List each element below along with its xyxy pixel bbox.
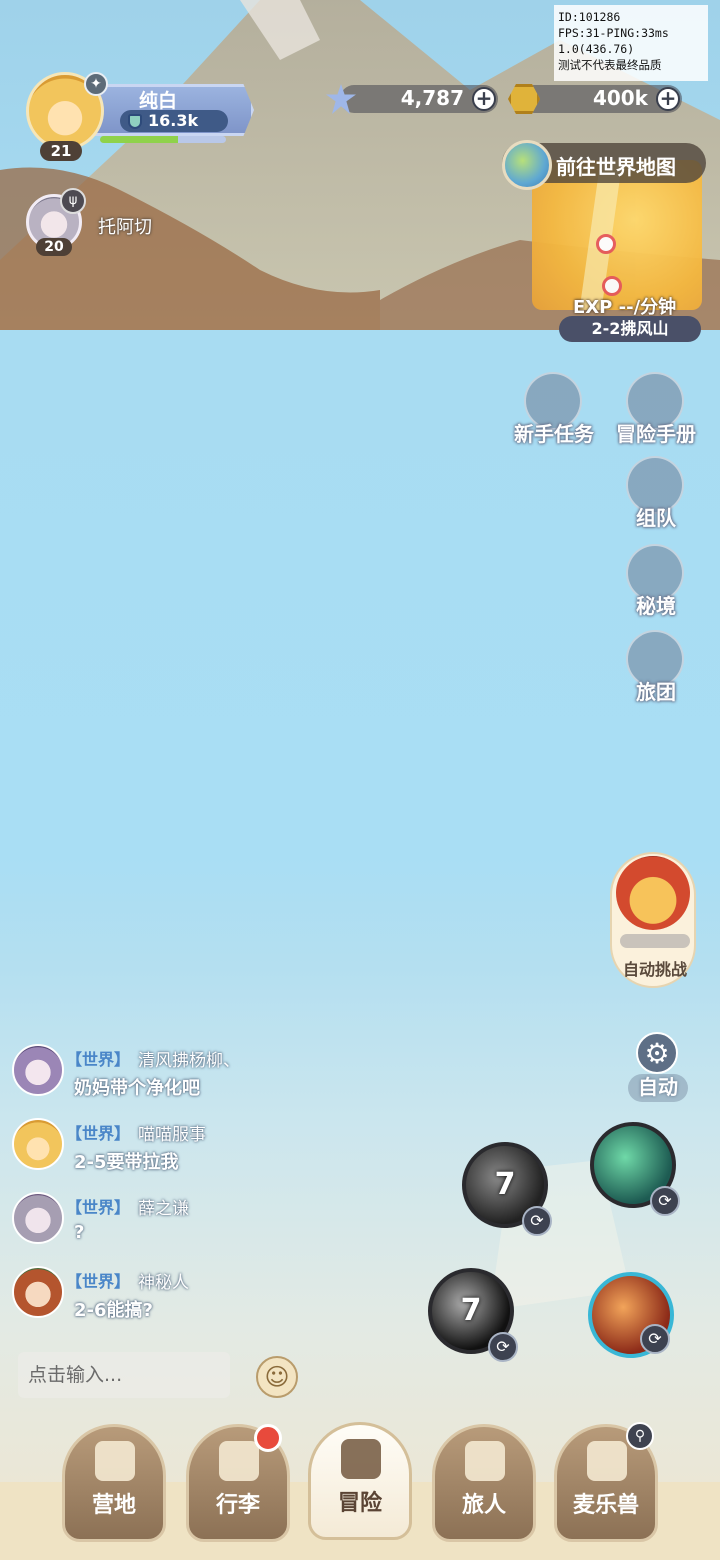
chat-text: 奶妈带个净化吧	[74, 1078, 200, 1099]
auto-challenge-label: 自动挑战	[622, 960, 687, 979]
tab-camp[interactable]: 营地	[62, 1424, 166, 1542]
teammate-name: 托阿切	[98, 217, 152, 238]
tab-adventure[interactable]: 冒险	[308, 1422, 412, 1540]
player-power: 16.3k	[148, 111, 199, 130]
player-xp-bar	[100, 136, 226, 143]
team-label: 组队	[636, 506, 676, 530]
chat-channel: 【世界】	[66, 1050, 131, 1069]
teammate-level: 20	[36, 238, 72, 256]
tab-pet-label: 麦乐兽	[572, 1493, 639, 1518]
chat-channel: 【世界】	[66, 1272, 131, 1291]
refresh-icon[interactable]: ⟳	[650, 1186, 680, 1216]
lock-icon: ⚲	[626, 1422, 654, 1450]
backpack-icon	[219, 1441, 259, 1481]
power-shield-icon	[128, 114, 142, 129]
boss-portrait-icon	[616, 856, 690, 930]
crystal-currency: 4,787 +	[340, 85, 498, 113]
add-crystal-button[interactable]: +	[472, 87, 496, 111]
crystal-amount: 4,787	[400, 86, 464, 110]
refresh-icon[interactable]: ⟳	[522, 1206, 552, 1236]
chat-message[interactable]: 【世界】 喵喵服事 2-5要带拉我	[12, 1118, 452, 1178]
emoji-icon[interactable]: ☺	[256, 1356, 298, 1398]
chat-input[interactable]	[18, 1352, 230, 1398]
world-map-label: 前往世界地图	[556, 155, 676, 179]
chat-channel: 【世界】	[66, 1198, 131, 1217]
crossed-swords-icon	[341, 1439, 381, 1479]
guild-label: 旅团	[636, 680, 676, 704]
tab-luggage-label: 行李	[215, 1493, 260, 1518]
player-xp-fill	[100, 136, 179, 143]
globe-icon	[502, 140, 552, 190]
traveler-portrait-icon	[465, 1441, 505, 1481]
newbie-quest-button[interactable]: 新手任务	[506, 372, 602, 452]
notification-badge	[254, 1424, 282, 1452]
tab-camp-label: 营地	[91, 1493, 136, 1518]
coin-amount: 400k	[592, 86, 648, 110]
auto-challenge-button[interactable]: 自动挑战	[610, 852, 696, 988]
pet-cat-icon	[587, 1441, 627, 1481]
chat-message[interactable]: 【世界】 神秘人 2-6能搞?	[12, 1266, 452, 1326]
enemy-marker-icon	[596, 234, 616, 254]
gear-icon[interactable]: ⚙	[636, 1032, 678, 1074]
adventure-handbook-label: 冒险手册	[616, 422, 696, 446]
add-coin-button[interactable]: +	[656, 87, 680, 111]
team-button[interactable]: 组队	[608, 456, 704, 536]
camp-castle-icon	[95, 1441, 135, 1481]
tab-traveler-label: 旅人	[461, 1493, 506, 1518]
chat-sender[interactable]: 薛之谦	[138, 1194, 189, 1219]
guild-button[interactable]: 旅团	[608, 630, 704, 710]
debug-version: 1.0(436.76)	[558, 42, 635, 56]
chat-avatar[interactable]	[12, 1044, 64, 1096]
debug-id: ID:101286	[558, 10, 621, 24]
chat-message[interactable]: 【世界】 薛之谦 ?	[12, 1192, 452, 1252]
newbie-quest-label: 新手任务	[514, 422, 594, 446]
tab-adventure-label: 冒险	[337, 1491, 382, 1516]
chat-sender[interactable]: 神秘人	[138, 1268, 189, 1293]
coin-currency: 400k +	[520, 85, 682, 113]
refresh-icon[interactable]: ⟳	[640, 1324, 670, 1354]
chat-avatar[interactable]	[12, 1192, 64, 1244]
challenge-progress-bar	[620, 934, 690, 948]
chat-text: 2-6能搞?	[74, 1300, 153, 1321]
chat-channel: 【世界】	[66, 1124, 131, 1143]
chat-text: ?	[74, 1222, 85, 1243]
player-level: 21	[40, 141, 82, 161]
debug-info-panel: ID:101286 FPS:31-PING:33ms 1.0(436.76) 测…	[554, 5, 708, 81]
debug-fps-ping: FPS:31-PING:33ms	[558, 26, 669, 40]
debug-disclaimer: 测试不代表最终品质	[558, 58, 662, 72]
chat-sender[interactable]: 清风拂杨柳、	[138, 1046, 240, 1071]
chat-text: 2-5要带拉我	[74, 1152, 179, 1173]
chat-avatar[interactable]	[12, 1266, 64, 1318]
refresh-icon[interactable]: ⟳	[488, 1332, 518, 1362]
secret-realm-button[interactable]: 秘境	[608, 544, 704, 624]
class-badge-icon: ✦	[84, 72, 108, 96]
secret-realm-label: 秘境	[636, 594, 676, 618]
stage-name: 2-2拂风山	[559, 316, 701, 342]
chat-avatar[interactable]	[12, 1118, 64, 1170]
chat-message[interactable]: 【世界】 清风拂杨柳、 奶妈带个净化吧	[12, 1044, 452, 1104]
auto-battle-toggle[interactable]: 自动	[628, 1074, 688, 1102]
teammate-class-icon: ψ	[60, 188, 86, 214]
player-card[interactable]: 纯白 16.3k ✦ 21	[8, 70, 258, 161]
adventure-handbook-button[interactable]: 冒险手册	[608, 372, 704, 452]
tab-traveler[interactable]: 旅人	[432, 1424, 536, 1542]
player-name: 纯白	[138, 90, 177, 112]
chat-sender[interactable]: 喵喵服事	[138, 1120, 206, 1145]
